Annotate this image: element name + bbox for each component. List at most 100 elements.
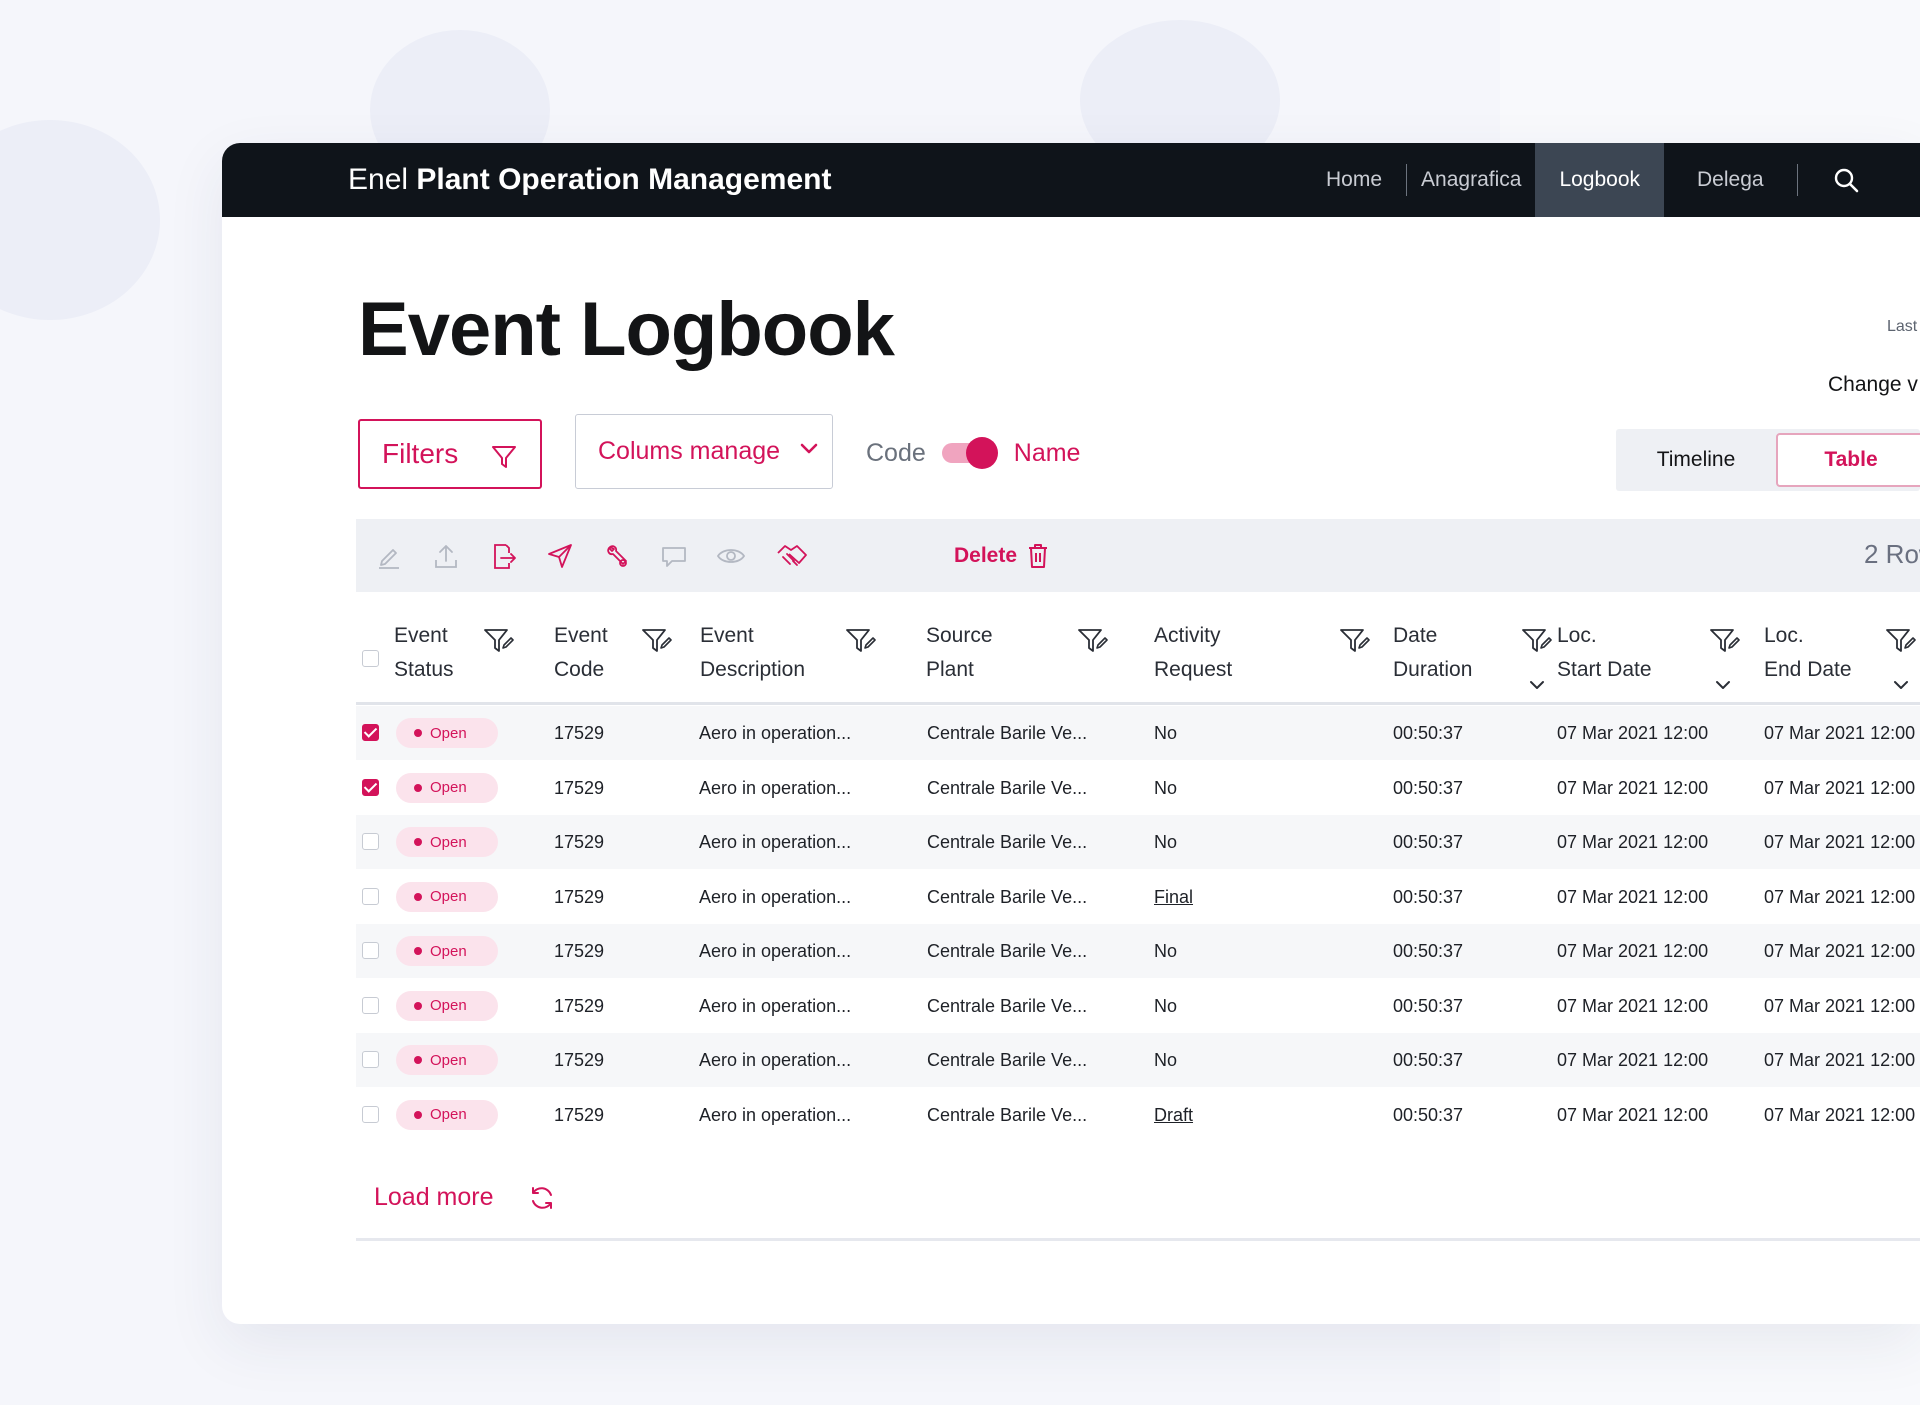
cell-date-duration: 00:50:37 xyxy=(1393,1050,1464,1070)
column-filter-icon[interactable] xyxy=(1884,625,1916,657)
upload-icon[interactable] xyxy=(431,541,461,571)
toggle-switch[interactable] xyxy=(941,437,998,469)
column-filter-icon[interactable] xyxy=(1708,625,1740,657)
header-loc-end-date: Loc. End Date xyxy=(1764,624,1852,681)
columns-manage-dropdown[interactable]: Colums manage xyxy=(575,414,833,489)
table-row[interactable]: Open 17529 Aero in operation... Centrale Ba… xyxy=(356,815,1920,869)
cell-source-plant: Centrale Barile Ve... xyxy=(927,723,1088,743)
table-row[interactable]: Open 17529 Aero in operation... Centrale Ba… xyxy=(356,706,1920,760)
cell-date-duration: 00:50:37 xyxy=(1393,777,1464,798)
table-row[interactable]: Open 17529 Aero in operation... Centrale Ba… xyxy=(356,924,1920,978)
export-icon[interactable] xyxy=(488,541,518,571)
cell-loc-start-date: 07 Mar 2021 12:00 xyxy=(1557,886,1709,907)
filters-button[interactable]: Filters xyxy=(358,419,542,489)
cell-activity-request[interactable]: Draft xyxy=(1154,1104,1193,1126)
cell-event-code: 17529 xyxy=(554,832,605,852)
row-checkbox[interactable] xyxy=(362,1051,379,1068)
table-row[interactable]: Open 17529 Aero in operation... Centrale Ba… xyxy=(356,979,1920,1033)
cell-activity-request: No xyxy=(1154,832,1178,852)
background-shape xyxy=(0,120,160,320)
handshake-icon[interactable] xyxy=(775,541,809,571)
cell-loc-end-date: 07 Mar 2021 12:00 xyxy=(1764,1104,1916,1125)
toggle-knob xyxy=(965,437,998,469)
cell-source-plant: Centrale Barile Ve... xyxy=(927,1104,1088,1125)
row-checkbox[interactable] xyxy=(362,996,379,1014)
nav-item-delega[interactable]: Delega xyxy=(1664,143,1797,217)
cell-event-code: 17529 xyxy=(554,777,605,798)
nav-item-home[interactable]: Home xyxy=(1302,143,1406,217)
row-checkbox[interactable] xyxy=(362,887,379,905)
row-checkbox[interactable] xyxy=(362,778,379,796)
nav-item-anagrafica[interactable]: Anagrafica xyxy=(1407,143,1535,217)
app-window: Enel Plant Operation Management Home Ana… xyxy=(222,143,1920,1324)
sort-chevron-icon[interactable] xyxy=(1528,679,1546,691)
cell-date-duration: 00:50:37 xyxy=(1393,832,1464,852)
brand-name: Plant Operation Management xyxy=(416,163,832,196)
status-badge: Open xyxy=(396,881,498,912)
select-all-checkbox[interactable] xyxy=(362,650,379,667)
brand-prefix: Enel xyxy=(348,163,409,196)
tools-icon[interactable] xyxy=(602,541,632,571)
cell-event-code: 17529 xyxy=(554,1050,605,1070)
chevron-down-icon xyxy=(800,443,818,454)
cell-activity-request: No xyxy=(1154,1050,1178,1070)
cell-loc-end-date: 07 Mar 2021 12:00 xyxy=(1764,886,1916,907)
code-name-toggle: Code Name xyxy=(866,433,1080,473)
column-filter-icon[interactable] xyxy=(482,625,514,657)
table-row[interactable]: Open 17529 Aero in operation... Centrale Ba… xyxy=(356,1033,1920,1087)
row-checkbox[interactable] xyxy=(362,833,379,850)
edit-icon[interactable] xyxy=(374,541,404,571)
view-table-tab[interactable]: Table xyxy=(1776,433,1920,487)
table-row[interactable]: Open 17529 Aero in operation... Centrale Ba… xyxy=(356,870,1920,924)
cell-activity-request[interactable]: Final xyxy=(1154,886,1193,908)
cell-activity-request: No xyxy=(1154,723,1178,743)
last-update-label: Last xyxy=(1887,318,1918,335)
load-more-label: Load more xyxy=(374,1183,494,1211)
cell-date-duration: 00:50:37 xyxy=(1393,723,1464,743)
sort-chevron-icon[interactable] xyxy=(1892,679,1910,691)
row-checkbox[interactable] xyxy=(362,724,379,741)
cell-source-plant: Centrale Barile Ve... xyxy=(927,995,1088,1016)
header-source-plant: Source Plant xyxy=(926,624,993,681)
column-filter-icon[interactable] xyxy=(1076,625,1108,657)
cell-event-description: Aero in operation... xyxy=(699,1050,852,1070)
view-icon[interactable] xyxy=(716,541,746,571)
table-row[interactable]: Open 17529 Aero in operation... Centrale Ba… xyxy=(356,761,1920,815)
search-button[interactable] xyxy=(1798,143,1894,217)
toggle-label-name: Name xyxy=(1013,438,1081,467)
main-nav: Home Anagrafica Logbook Delega xyxy=(1302,143,1894,217)
row-checkbox[interactable] xyxy=(362,942,379,959)
view-switcher: Timeline Table xyxy=(1616,429,1920,491)
comment-icon[interactable] xyxy=(659,541,689,571)
cell-loc-start-date: 07 Mar 2021 12:00 xyxy=(1557,777,1709,798)
cell-loc-end-date: 07 Mar 2021 12:00 xyxy=(1764,777,1916,798)
brand-logo-text[interactable]: Enel Plant Operation Management xyxy=(348,162,831,198)
delete-button[interactable]: Delete xyxy=(954,541,1049,571)
change-view-label[interactable]: Change v xyxy=(1828,373,1918,397)
row-checkbox[interactable] xyxy=(362,1105,379,1123)
load-more-button[interactable]: Load more xyxy=(374,1183,556,1212)
column-filter-icon[interactable] xyxy=(640,625,672,657)
sort-chevron-icon[interactable] xyxy=(1714,679,1732,691)
nav-item-logbook[interactable]: Logbook xyxy=(1535,143,1665,217)
column-filter-icon[interactable] xyxy=(844,625,876,657)
cell-event-code: 17529 xyxy=(554,1104,605,1125)
cell-date-duration: 00:50:37 xyxy=(1393,941,1464,961)
filters-label: Filters xyxy=(382,438,459,469)
header-activity-request: Activity Request xyxy=(1154,624,1233,681)
header-event-code: Event Code xyxy=(554,624,608,681)
view-timeline-tab[interactable]: Timeline xyxy=(1616,429,1776,491)
send-icon[interactable] xyxy=(545,541,575,571)
column-filter-icon[interactable] xyxy=(1520,625,1552,657)
cell-activity-request: No xyxy=(1154,995,1178,1016)
cell-event-code: 17529 xyxy=(554,723,605,743)
table-header: Event Status Event Code Event Description S… xyxy=(356,603,1920,705)
column-filter-icon[interactable] xyxy=(1338,625,1370,657)
cell-event-description: Aero in operation... xyxy=(699,723,852,743)
table-bottom-divider xyxy=(356,1238,1920,1241)
cell-loc-start-date: 07 Mar 2021 12:00 xyxy=(1557,995,1709,1016)
cell-loc-start-date: 07 Mar 2021 12:00 xyxy=(1557,1050,1709,1070)
table-row[interactable]: Open 17529 Aero in operation... Centrale Ba… xyxy=(356,1088,1920,1142)
cell-event-code: 17529 xyxy=(554,886,605,907)
status-badge: Open xyxy=(396,990,498,1021)
